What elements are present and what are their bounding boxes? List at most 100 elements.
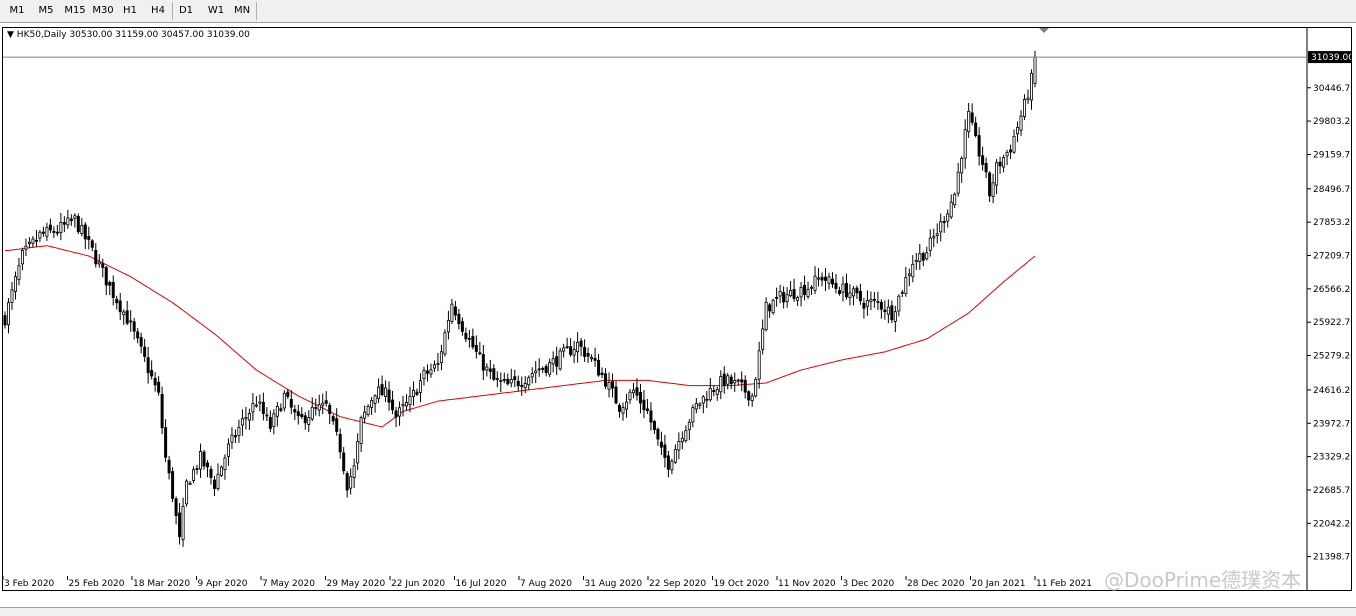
candle-body (206, 462, 210, 468)
timeframe-w1-button[interactable]: W1 (203, 3, 229, 19)
candle-body (122, 311, 126, 316)
x-tick-label: 3 Dec 2020 (843, 579, 895, 589)
x-tick-label: 16 Jul 2020 (456, 579, 507, 589)
candle-body (185, 480, 189, 505)
ohlc-values: 30530.00 31159.00 30457.00 31039.00 (69, 30, 250, 40)
candle-body (837, 290, 841, 295)
candle-body (775, 296, 779, 299)
candle-body (1026, 97, 1030, 101)
candle-body (104, 267, 108, 286)
candle-body (171, 471, 175, 499)
candle-body (436, 362, 440, 365)
candle-body (590, 357, 594, 360)
candle-body (576, 341, 580, 353)
x-tick-label: 18 Mar 2020 (133, 579, 190, 589)
candle-body (216, 473, 220, 489)
candle-body (20, 249, 24, 265)
candle-body (862, 302, 866, 309)
candle-body (551, 358, 555, 365)
candle-body (928, 237, 932, 251)
candle-body (824, 276, 828, 281)
candle-body (108, 281, 112, 286)
candle-body (157, 381, 161, 393)
candle-body (401, 404, 405, 407)
candle-body (977, 135, 981, 157)
candle-body (789, 290, 793, 297)
candle-body (666, 455, 670, 470)
candle-body (893, 311, 897, 322)
candle-body (624, 401, 628, 410)
candle-body (380, 384, 384, 396)
candle-body (303, 415, 307, 424)
y-tick-label: 22685.70 (1313, 486, 1351, 496)
candle-body (59, 222, 63, 234)
candle-body (513, 376, 517, 381)
y-tick-label: 27209.70 (1313, 252, 1351, 262)
timeframe-m30-button[interactable]: M30 (88, 3, 118, 19)
candle-body (41, 231, 45, 234)
candle-body (223, 457, 227, 471)
candle-body (178, 512, 182, 538)
timeframe-h4-button[interactable]: H4 (145, 3, 171, 19)
candle-body (1002, 157, 1006, 168)
candle-body (174, 498, 178, 516)
candle-body (247, 412, 251, 421)
candle-body (38, 231, 42, 239)
candle-body (310, 406, 314, 420)
chart-shift-triangle-icon[interactable] (1039, 28, 1049, 33)
candle-body (118, 300, 122, 313)
timeframe-m15-button[interactable]: M15 (60, 3, 90, 19)
candle-body (663, 444, 667, 458)
candle-body (352, 465, 356, 478)
timeframe-h1-button[interactable]: H1 (118, 3, 142, 19)
candle-body (275, 405, 279, 417)
candle-body (792, 289, 796, 299)
x-tick-label: 28 Dec 2020 (907, 579, 965, 589)
candle-body (953, 193, 957, 206)
y-tick-label: 28496.70 (1313, 185, 1351, 195)
candle-body (418, 380, 422, 393)
candle-body (694, 403, 698, 410)
candle-body (48, 224, 52, 231)
candle-body (858, 290, 862, 302)
candle-body (1005, 151, 1009, 157)
candle-body (317, 404, 321, 411)
timeframe-m5-button[interactable]: M5 (32, 3, 60, 19)
timeframe-mn-button[interactable]: MN (229, 3, 255, 19)
candle-body (314, 407, 318, 410)
y-tick-label: 23972.70 (1313, 419, 1351, 429)
candle-body (659, 441, 663, 448)
candle-body (736, 379, 740, 382)
price-chart[interactable]: 30446.70 29803.20 29159.70 28496.70 27853.20… (3, 28, 1351, 590)
candle-body (729, 376, 733, 385)
candle-body (387, 389, 391, 403)
candle-body (586, 353, 590, 357)
timeframe-d1-button[interactable]: D1 (174, 3, 198, 19)
dropdown-triangle-icon[interactable]: ▼ (7, 30, 14, 40)
candle-body (457, 313, 461, 325)
candle-body (146, 357, 150, 374)
candle-body (453, 306, 457, 316)
candle-body (349, 476, 353, 489)
candle-body (398, 407, 402, 417)
candle-body (31, 238, 35, 244)
candle-body (712, 390, 716, 393)
candle-body (806, 288, 810, 297)
candle-body (230, 434, 234, 443)
candle-body (408, 395, 412, 405)
y-tick-label: 24616.20 (1313, 386, 1351, 396)
candle-body (628, 391, 632, 401)
x-tick-label: 22 Jun 2020 (391, 579, 445, 589)
candle-body (335, 418, 339, 432)
candle-body (87, 236, 91, 240)
candle-body (363, 411, 367, 419)
candle-body (24, 245, 28, 250)
candle-body (942, 221, 946, 223)
candle-body (621, 407, 625, 414)
candle-body (34, 239, 38, 242)
candle-body (907, 273, 911, 276)
candle-body (111, 281, 115, 298)
chart-window[interactable]: 30446.70 29803.20 29159.70 28496.70 27853.20… (2, 27, 1352, 591)
candle-body (687, 421, 691, 431)
timeframe-m1-button[interactable]: M1 (4, 3, 30, 19)
